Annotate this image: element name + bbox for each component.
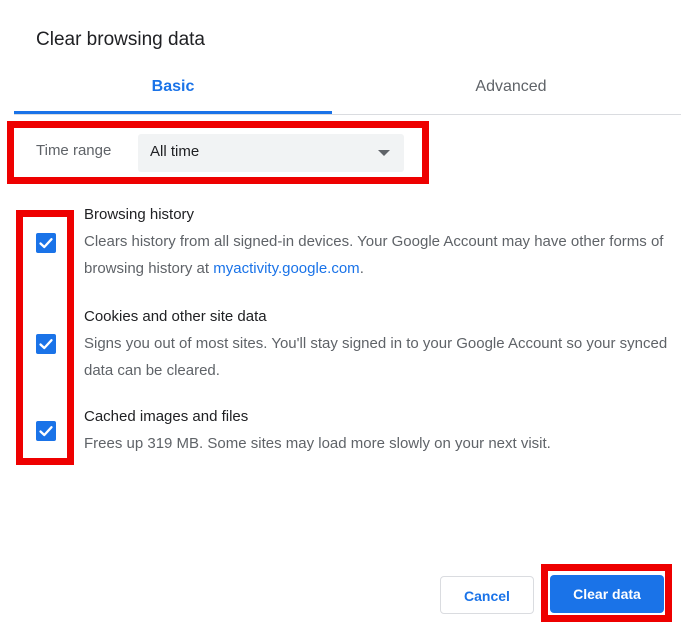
cancel-button[interactable]: Cancel xyxy=(440,576,534,614)
browsing-history-checkbox[interactable] xyxy=(36,233,56,253)
tab-advanced[interactable]: Advanced xyxy=(352,66,670,114)
time-range-select[interactable]: All time xyxy=(138,134,404,172)
cached-images-checkbox[interactable] xyxy=(36,421,56,441)
browsing-history-title: Browsing history xyxy=(84,206,195,223)
cached-images-title: Cached images and files xyxy=(84,408,249,425)
dialog-title: Clear browsing data xyxy=(36,29,205,50)
cookies-checkbox[interactable] xyxy=(36,334,56,354)
cached-images-description: Frees up 319 MB. Some sites may load mor… xyxy=(84,435,551,452)
browsing-history-description: Clears history from all signed-in device… xyxy=(84,228,674,282)
cookies-title: Cookies and other site data xyxy=(84,308,267,325)
time-range-label: Time range xyxy=(36,142,112,159)
checkmark-icon xyxy=(39,339,53,350)
cookies-description: Signs you out of most sites. You'll stay… xyxy=(84,335,668,379)
tab-basic[interactable]: Basic xyxy=(14,66,332,114)
tab-bar: Basic Advanced xyxy=(14,66,681,116)
myactivity-link[interactable]: myactivity.google.com xyxy=(213,260,359,277)
browsing-history-desc-text: Clears history from all signed-in device… xyxy=(84,233,664,277)
checkmark-icon xyxy=(39,426,53,437)
caret-down-icon xyxy=(378,150,390,156)
checkmark-icon xyxy=(39,238,53,249)
clear-data-button[interactable]: Clear data xyxy=(550,575,664,613)
time-range-value: All time xyxy=(150,143,200,160)
tab-divider xyxy=(14,114,681,115)
browsing-history-desc-end: . xyxy=(359,260,364,277)
clear-browsing-data-dialog: Clear browsing data Basic Advanced Time … xyxy=(0,0,681,627)
